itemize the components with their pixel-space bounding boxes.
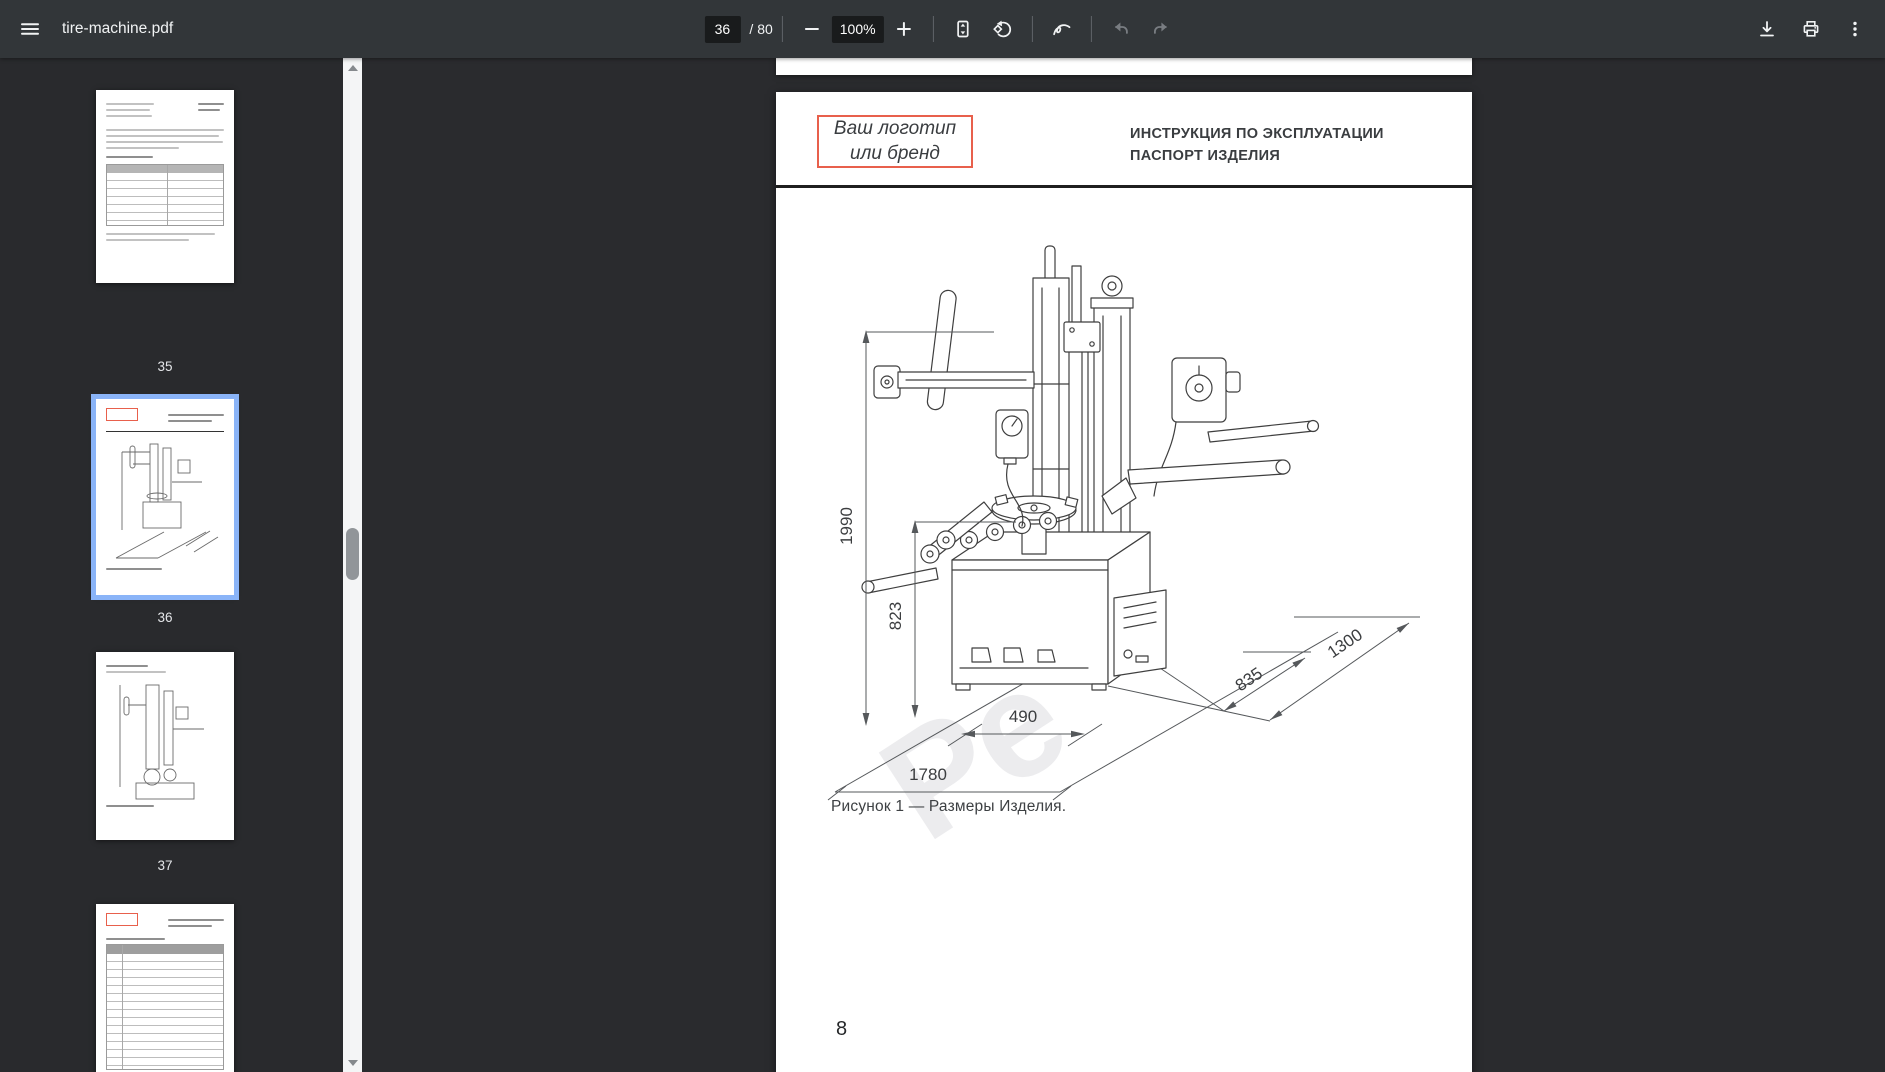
document-header-title: ИНСТРУКЦИЯ ПО ЭКСПЛУАТАЦИИ ПАСПОРТ ИЗДЕЛ… <box>1130 124 1384 168</box>
scroll-up-button[interactable] <box>343 59 362 76</box>
redo-icon <box>1153 22 1167 34</box>
thumbnail-38-preview <box>96 904 234 1072</box>
logo-text-line1: Ваш логотип <box>833 117 957 139</box>
pdf-page-36: Ваш логотип или бренд ИНСТРУКЦИЯ ПО ЭКСП… <box>776 92 1472 1072</box>
thumbnail-sidebar: 35 36 37 <box>0 58 362 1072</box>
thumbnail-35-label: 35 <box>157 359 173 374</box>
figure-caption: Рисунок 1 — Размеры Изделия. <box>831 798 1067 815</box>
print-icon <box>1803 20 1819 37</box>
page-number-input[interactable] <box>704 15 741 43</box>
thumbnail-36-label: 36 <box>157 610 173 625</box>
zoom-level[interactable]: 100% <box>831 15 884 43</box>
dim-490-label: 490 <box>1009 707 1037 726</box>
thumbnail-36-preview <box>96 399 234 583</box>
more-options-button[interactable] <box>1835 9 1875 49</box>
toolbar-center: / 80 100% <box>704 0 1180 58</box>
thumbnail-37-preview <box>96 652 234 820</box>
rotate-button[interactable] <box>983 9 1023 49</box>
undo-button[interactable] <box>1101 9 1141 49</box>
annotate-button[interactable] <box>1042 9 1082 49</box>
toolbar-separator <box>1090 16 1092 42</box>
header-title-line1: ИНСТРУКЦИЯ ПО ЭКСПЛУАТАЦИИ <box>1130 126 1384 142</box>
menu-button[interactable] <box>10 9 50 49</box>
thumbnail-37-label: 37 <box>157 858 173 873</box>
header-divider <box>776 185 1472 188</box>
toolbar-separator <box>932 16 934 42</box>
thumbnail-page-37[interactable] <box>96 652 234 840</box>
dim-1300-label: 1300 <box>1324 625 1366 662</box>
thumbnail-page-35[interactable] <box>96 90 234 283</box>
document-title: tire-machine.pdf <box>62 20 174 37</box>
rotate-icon <box>992 20 1011 38</box>
minus-icon <box>804 28 819 30</box>
scroll-up-icon <box>347 64 358 71</box>
menu-icon <box>21 23 39 35</box>
redo-button[interactable] <box>1141 9 1181 49</box>
logo-placeholder-box: Ваш логотип или бренд <box>817 115 973 168</box>
annotate-icon <box>1052 24 1071 36</box>
scroll-down-icon <box>347 1059 358 1066</box>
thumbnail-35-preview <box>96 90 234 254</box>
dim-823-label: 823 <box>886 602 905 630</box>
zoom-in-button[interactable] <box>884 9 924 49</box>
toolbar-left: tire-machine.pdf <box>10 9 173 49</box>
figure-drawing: 1990 823 490 1780 835 1300 <box>827 245 1420 801</box>
plus-icon <box>896 22 911 36</box>
zoom-out-button[interactable] <box>792 9 832 49</box>
header-title-line2: ПАСПОРТ ИЗДЕЛИЯ <box>1130 147 1281 164</box>
toolbar-separator <box>1031 16 1033 42</box>
logo-text-line2: или бренд <box>850 142 940 164</box>
sidebar-scrollbar[interactable] <box>343 58 362 1072</box>
toolbar: tire-machine.pdf / 80 100% <box>0 0 1885 58</box>
thumbnail-page-36[interactable] <box>91 394 239 600</box>
fit-page-icon <box>956 20 969 38</box>
pdf-viewer: tire-machine.pdf / 80 100% <box>0 0 1885 1072</box>
thumbnail-page-38[interactable] <box>96 904 234 1072</box>
thumbnail-36-drawing <box>115 443 219 559</box>
download-icon <box>1760 21 1774 37</box>
thumbnail-37-drawing <box>119 684 204 800</box>
scroll-down-button[interactable] <box>343 1054 362 1071</box>
kebab-menu-icon <box>1853 21 1857 37</box>
document-page-number: 8 <box>836 1018 848 1040</box>
machine-outline <box>861 245 1320 691</box>
print-button[interactable] <box>1791 9 1831 49</box>
toolbar-right <box>1747 9 1875 49</box>
dim-1990-label: 1990 <box>837 507 856 545</box>
fit-to-page-button[interactable] <box>943 9 983 49</box>
undo-icon <box>1114 22 1128 34</box>
download-button[interactable] <box>1747 9 1787 49</box>
toolbar-separator <box>781 16 783 42</box>
pdf-page-35-bottom <box>776 58 1472 75</box>
dim-1780-label: 1780 <box>909 765 947 784</box>
scrollbar-thumb[interactable] <box>346 528 359 580</box>
page-count: / 80 <box>749 21 773 37</box>
